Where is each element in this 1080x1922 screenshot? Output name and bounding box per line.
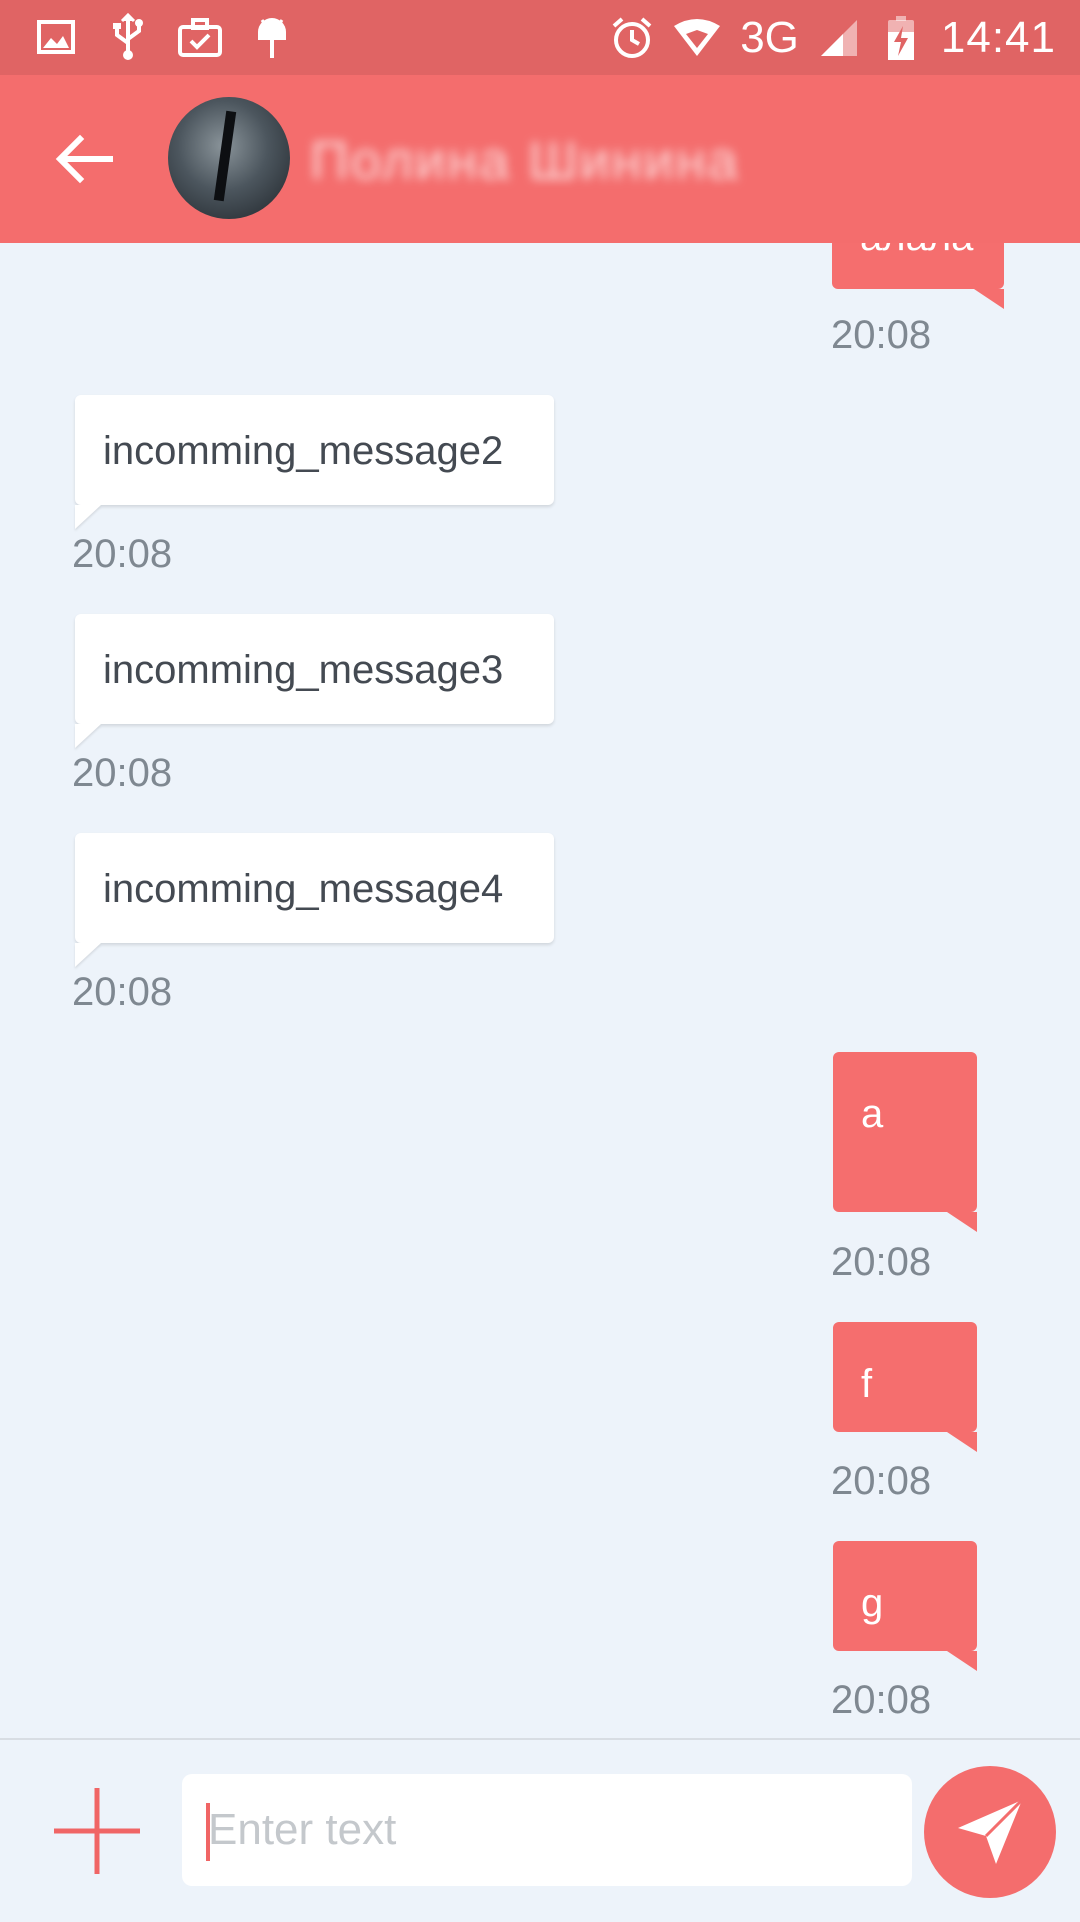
outgoing-message-bubble[interactable]: f — [833, 1322, 977, 1452]
network-type: 3G — [740, 13, 799, 62]
message-text: алала — [860, 243, 973, 260]
text-cursor — [206, 1803, 210, 1861]
message-time: 20:08 — [831, 1459, 932, 1503]
message-time: 20:08 — [831, 313, 932, 357]
attach-button[interactable] — [52, 1786, 142, 1876]
message-time: 20:08 — [831, 1678, 932, 1722]
arrow-back-icon — [55, 134, 113, 184]
message-time: 20:08 — [831, 1240, 932, 1284]
back-button[interactable] — [52, 127, 116, 191]
incoming-message-bubble[interactable]: incomming_message4 — [75, 833, 554, 967]
plus-icon — [54, 1788, 140, 1874]
briefcase-check-icon — [178, 12, 222, 62]
gallery-icon — [34, 12, 78, 62]
message-time: 20:08 — [72, 751, 173, 795]
status-time: 14:41 — [940, 13, 1056, 62]
usb-icon — [106, 12, 150, 62]
send-icon — [958, 1798, 1024, 1864]
message-text: a — [861, 1092, 884, 1136]
alarm-icon — [610, 13, 654, 63]
message-text: incomming_message2 — [103, 429, 504, 473]
incoming-message-bubble[interactable]: incomming_message2 — [75, 395, 554, 529]
signal-icon — [817, 13, 861, 63]
message-time: 20:08 — [72, 532, 173, 576]
status-bar: 3G 14:41 — [0, 0, 1080, 75]
outgoing-message-bubble[interactable]: a — [833, 1052, 977, 1232]
outgoing-message-bubble[interactable]: алала — [832, 243, 1004, 309]
incoming-message-bubble[interactable]: incomming_message3 — [75, 614, 554, 748]
outgoing-message-bubble[interactable]: g — [833, 1541, 977, 1671]
avatar[interactable] — [168, 97, 290, 219]
message-text: g — [861, 1581, 884, 1625]
send-button[interactable] — [924, 1766, 1056, 1898]
android-debug-icon — [250, 12, 294, 62]
contact-name[interactable]: Полина Шинина — [310, 130, 740, 192]
composer-bar — [0, 1738, 1080, 1922]
message-input[interactable] — [182, 1774, 912, 1886]
message-text: f — [861, 1362, 873, 1406]
wifi-icon — [672, 13, 722, 63]
message-time: 20:08 — [72, 970, 173, 1014]
message-text: incomming_message4 — [103, 867, 504, 911]
app-bar: Полина Шинина — [0, 75, 1080, 243]
message-text: incomming_message3 — [103, 648, 504, 692]
message-list[interactable]: алала 20:08 incomming_message2 20:08 inc… — [0, 243, 1080, 1738]
battery-charging-icon — [879, 13, 923, 63]
